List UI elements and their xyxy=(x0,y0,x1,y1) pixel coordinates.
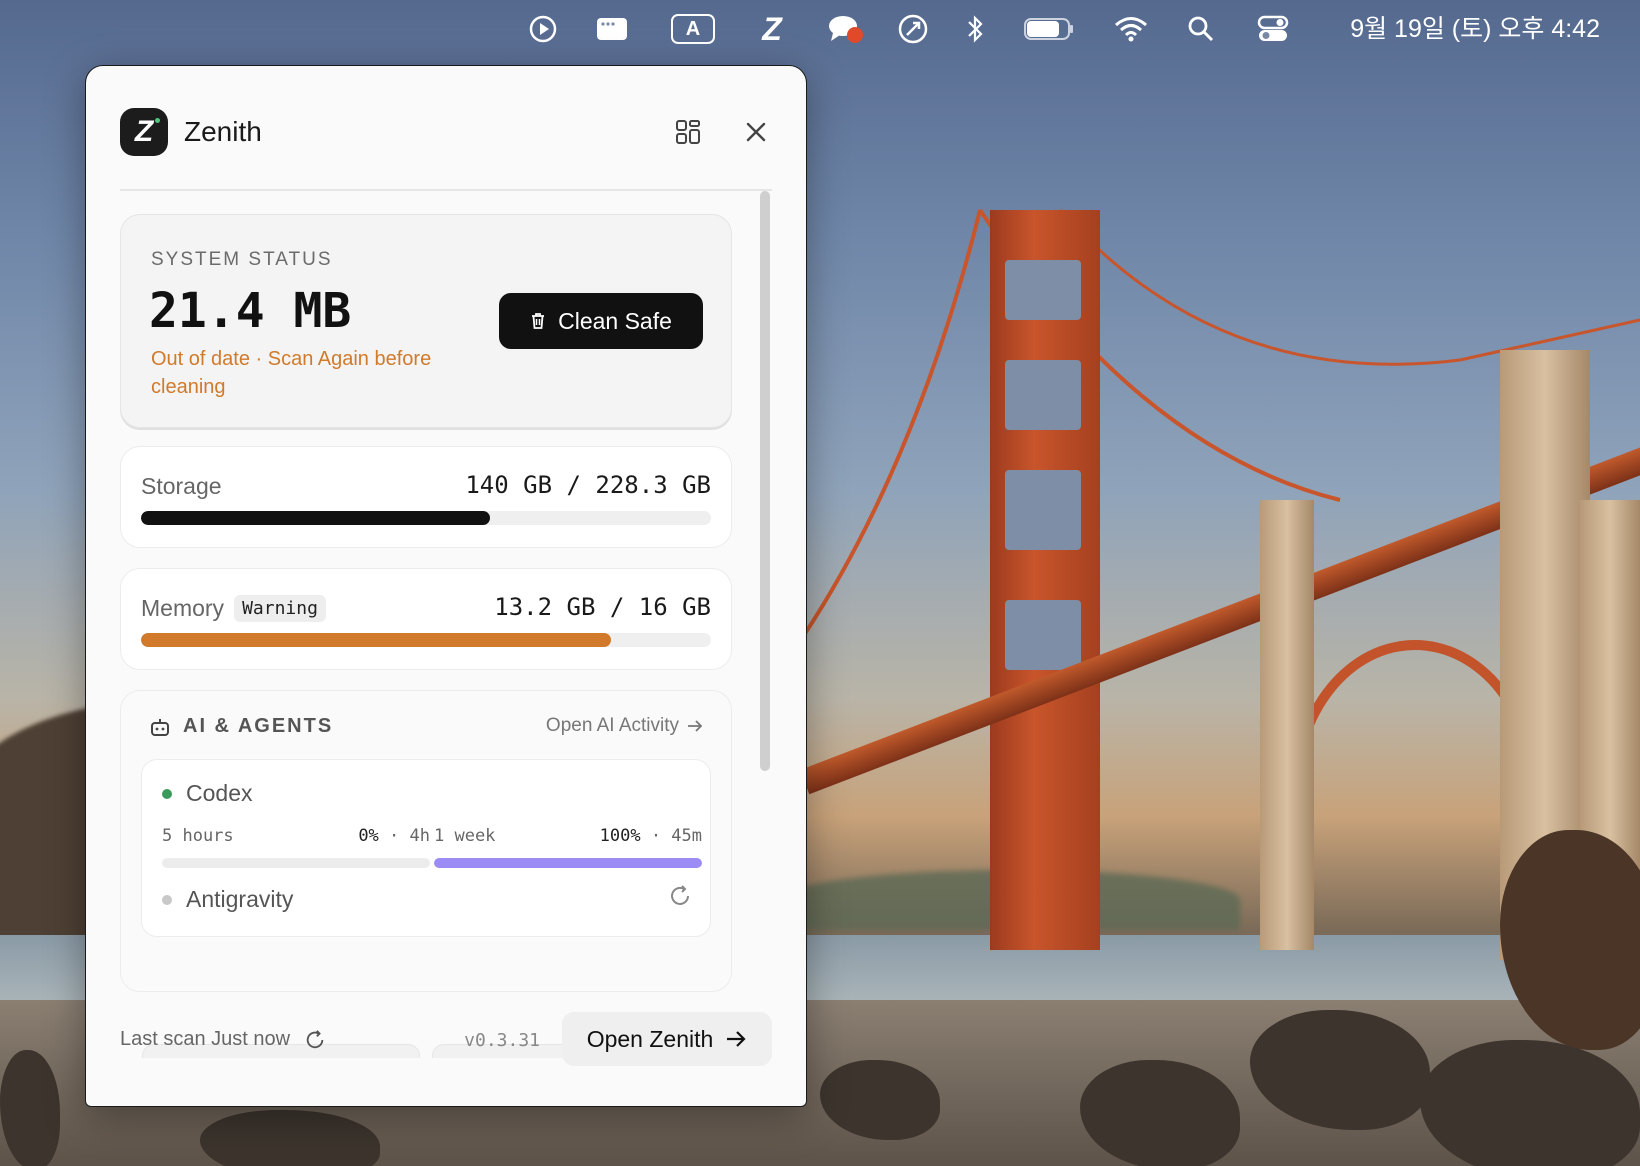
quota-reset: · 45m xyxy=(650,826,702,846)
menu-bar: A Z 9월 19일 (토) 오후 4:42 xyxy=(0,0,1640,58)
tower-window xyxy=(1005,360,1081,430)
memory-value: 13.2 GB / 16 GB xyxy=(494,593,711,621)
clean-safe-button[interactable]: Clean Safe xyxy=(499,293,703,349)
bridge-tower xyxy=(990,210,1100,950)
refresh-agent-button[interactable] xyxy=(668,884,692,913)
open-ai-activity-label: Open AI Activity xyxy=(545,715,679,736)
quota-label: 1 week xyxy=(434,826,496,846)
memory-label: Memory Warning xyxy=(141,595,326,622)
open-ai-activity-link[interactable]: Open AI Activity xyxy=(546,715,703,737)
system-status-card: SYSTEM STATUS 21.4 MB Out of date · Scan… xyxy=(120,214,732,428)
zenith-logo-letter: Z xyxy=(134,115,154,148)
agent-name: Antigravity xyxy=(186,886,294,912)
zenith-logo: Z xyxy=(120,108,168,156)
storage-fill xyxy=(141,511,491,525)
agent-row-codex[interactable]: Codex xyxy=(162,780,252,807)
storage-label: Storage xyxy=(141,473,222,500)
system-status-label: SYSTEM STATUS xyxy=(151,249,333,270)
tower-window xyxy=(1005,260,1081,320)
quota-track xyxy=(434,858,702,868)
scrollbar-thumb[interactable] xyxy=(760,191,770,771)
agent-list: Codex 5 hours 0% · 4h 1 week 100% · 45m … xyxy=(141,759,711,937)
last-scan-text: Last scan Just now xyxy=(120,1028,291,1050)
quota-track xyxy=(162,858,430,868)
memory-fill xyxy=(141,633,612,647)
quota-label: 5 hours xyxy=(162,826,234,846)
play-icon[interactable] xyxy=(526,12,560,46)
agent-name: Codex xyxy=(186,780,253,806)
app-title: Zenith xyxy=(184,116,262,147)
bluetooth-icon[interactable] xyxy=(962,12,988,46)
quota-value: 0% · 4h xyxy=(358,826,430,846)
storage-track xyxy=(141,511,711,525)
bridge-pier xyxy=(1260,500,1314,950)
system-status-value: 21.4 MB xyxy=(149,283,352,339)
ai-agents-title: AI & AGENTS xyxy=(183,715,334,737)
storage-card: Storage 140 GB / 228.3 GB xyxy=(120,446,732,548)
memory-label-text: Memory xyxy=(141,595,225,621)
grid-view-button[interactable] xyxy=(670,114,706,150)
app-version: v0.3.31 xyxy=(464,1030,540,1051)
quota-percent: 100% xyxy=(599,826,641,846)
battery-icon[interactable] xyxy=(1022,12,1076,46)
clean-safe-label: Clean Safe xyxy=(558,307,672,334)
arrow-right-icon xyxy=(688,720,703,732)
popover-scroll-area[interactable]: SYSTEM STATUS 21.4 MB Out of date · Scan… xyxy=(120,192,740,1058)
rocket-icon[interactable] xyxy=(896,12,930,46)
quota-value: 100% · 45m xyxy=(600,826,702,846)
tower-window xyxy=(1005,470,1081,550)
agent-row-antigravity[interactable]: Antigravity xyxy=(162,886,293,913)
rescan-icon[interactable] xyxy=(304,1029,326,1051)
system-status-note[interactable]: Out of date · Scan Again before cleaning xyxy=(151,345,471,401)
tower-window xyxy=(1005,600,1081,670)
memory-track xyxy=(141,633,711,647)
chat-icon[interactable] xyxy=(826,12,866,46)
popover-header: Z Zenith xyxy=(120,108,772,158)
input-source-icon[interactable]: A xyxy=(670,12,716,46)
refresh-icon xyxy=(671,885,689,905)
memory-warning-badge: Warning xyxy=(234,595,326,622)
agent-status-dot xyxy=(162,894,172,905)
ai-agents-card: AI & AGENTS Open AI Activity Codex 5 hou… xyxy=(120,690,732,992)
control-center-icon[interactable] xyxy=(1256,12,1290,46)
zenith-menu-icon[interactable]: Z xyxy=(755,11,789,47)
storage-label-text: Storage xyxy=(141,473,222,499)
quota-percent: 0% xyxy=(358,826,379,846)
agent-status-dot xyxy=(162,788,172,799)
quota-fill xyxy=(434,858,702,868)
menu-bar-clock[interactable]: 9월 19일 (토) 오후 4:42 xyxy=(1350,12,1600,46)
open-zenith-label: Open Zenith xyxy=(586,1025,714,1052)
quota-reset: · 4h xyxy=(389,826,430,846)
zenith-popover: Z Zenith SYSTEM STATUS 21.4 MB Out of da… xyxy=(85,65,807,1107)
last-scan: Last scan Just now xyxy=(120,1028,326,1051)
header-divider xyxy=(120,189,772,191)
input-source-letter: A xyxy=(671,14,715,44)
grid-icon xyxy=(676,120,700,144)
robot-icon xyxy=(151,718,169,736)
memory-card: Memory Warning 13.2 GB / 16 GB xyxy=(120,568,732,670)
popover-footer: Last scan Just now v0.3.31 Open Zenith xyxy=(120,1012,772,1068)
arrow-right-icon xyxy=(727,1031,746,1047)
search-icon[interactable] xyxy=(1186,12,1216,46)
storage-value: 140 GB / 228.3 GB xyxy=(465,471,711,499)
close-button[interactable] xyxy=(738,114,774,150)
close-icon xyxy=(746,122,766,142)
window-icon[interactable] xyxy=(594,12,630,46)
logo-status-dot xyxy=(155,118,160,123)
wifi-icon[interactable] xyxy=(1112,12,1150,46)
trash-icon xyxy=(532,313,545,329)
open-zenith-button[interactable]: Open Zenith xyxy=(562,1012,772,1066)
ai-agents-heading: AI & AGENTS xyxy=(149,715,333,738)
